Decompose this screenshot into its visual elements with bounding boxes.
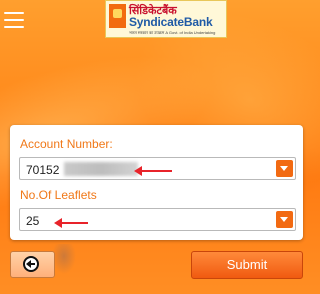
account-number-select[interactable]: 70152 xyxy=(19,157,296,180)
form-card: Account Number: 70152 No.Of Leaflets 25 xyxy=(10,125,303,240)
account-number-value: 70152 xyxy=(26,163,60,177)
annotation-arrow-icon xyxy=(54,218,88,228)
background-horse-graphic xyxy=(52,244,76,274)
bank-emblem-icon xyxy=(109,4,126,28)
back-button[interactable] xyxy=(10,251,55,278)
logo-bank-name: SyndicateBank xyxy=(129,15,213,29)
redacted-account-digits xyxy=(64,162,138,176)
arrow-left-circle-icon xyxy=(23,256,39,272)
chevron-down-icon[interactable] xyxy=(276,211,293,228)
logo-tagline: भारत सरकार का उपक्रम A Govt. of India Un… xyxy=(129,30,216,35)
leaflets-value: 25 xyxy=(26,214,40,228)
account-number-label: Account Number: xyxy=(20,137,113,151)
syndicate-bank-logo: सिंडिकेटबैंक SyndicateBank भारत सरकार का… xyxy=(105,0,227,38)
annotation-arrow-icon xyxy=(134,166,172,176)
hamburger-menu-icon[interactable] xyxy=(4,12,24,28)
leaflets-label: No.Of Leaflets xyxy=(20,188,97,202)
submit-button[interactable]: Submit xyxy=(191,251,303,279)
chevron-down-icon[interactable] xyxy=(276,160,293,177)
